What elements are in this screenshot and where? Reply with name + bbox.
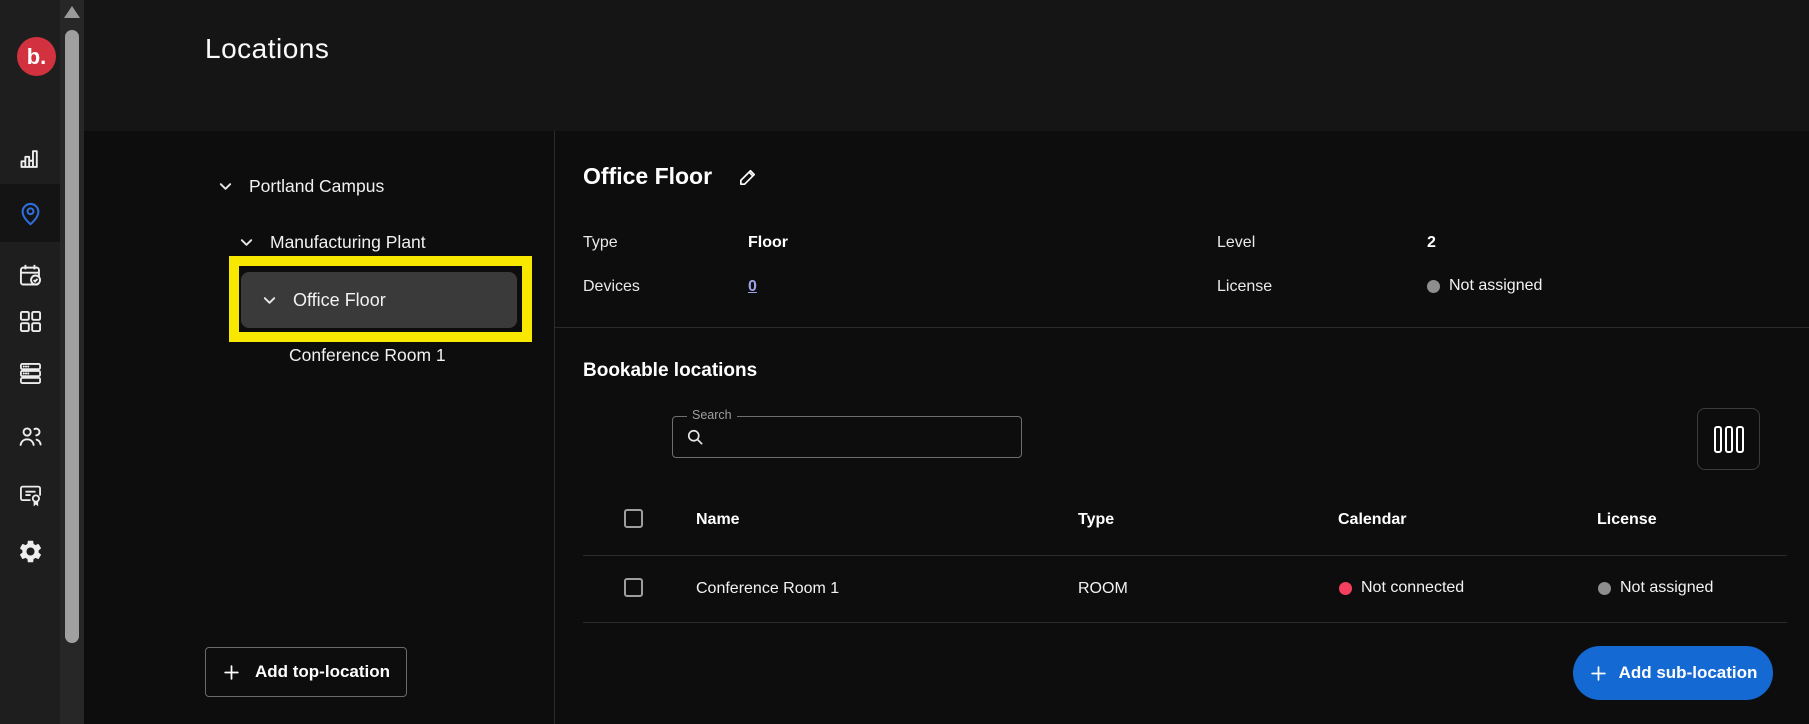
tree-item-portland-campus[interactable]: Portland Campus bbox=[218, 176, 384, 197]
grid-icon bbox=[19, 310, 41, 332]
plus-icon bbox=[1590, 665, 1606, 681]
page-header: Locations bbox=[84, 0, 1809, 131]
chevron-down-icon bbox=[240, 239, 253, 246]
devices-count-link[interactable]: 0 bbox=[748, 278, 757, 296]
column-settings-button[interactable] bbox=[1697, 408, 1760, 470]
status-dot-gray bbox=[1598, 581, 1611, 595]
bookable-locations-heading: Bookable locations bbox=[583, 360, 758, 381]
chevron-down-icon bbox=[219, 183, 232, 190]
server-stack-icon bbox=[19, 362, 41, 384]
field-label-type: Type bbox=[583, 234, 618, 251]
sidebar-item-licenses[interactable] bbox=[0, 470, 60, 518]
location-title: Office Floor bbox=[583, 163, 713, 189]
cell-license-status: Not assigned bbox=[1598, 579, 1713, 597]
brand-logo-text: b. bbox=[26, 43, 47, 69]
table-divider bbox=[583, 622, 1787, 623]
brand-logo[interactable]: b. bbox=[17, 37, 56, 76]
add-top-location-label: Add top-location bbox=[254, 662, 391, 681]
bar-chart-icon bbox=[20, 149, 38, 168]
sidebar-item-apps[interactable] bbox=[0, 297, 60, 345]
sidebar-item-bookings[interactable] bbox=[0, 251, 60, 299]
license-status-text: Not assigned bbox=[1620, 579, 1714, 596]
search-input[interactable] bbox=[713, 428, 1021, 446]
scrollbar-thumb[interactable] bbox=[65, 30, 79, 643]
tree-item-conference-room-1[interactable]: Conference Room 1 bbox=[289, 345, 446, 366]
tree-item-label: Manufacturing Plant bbox=[270, 232, 426, 252]
calendar-status-text: Not connected bbox=[1361, 579, 1465, 596]
edit-location-button[interactable] bbox=[737, 166, 761, 190]
license-status: Not assigned bbox=[1427, 277, 1542, 295]
add-top-location-button[interactable]: Add top-location bbox=[205, 647, 407, 697]
field-value-type: Floor bbox=[748, 234, 788, 251]
status-dot-red bbox=[1339, 581, 1352, 595]
add-sub-location-button[interactable]: Add sub-location bbox=[1573, 646, 1773, 700]
column-header-license: License bbox=[1597, 511, 1657, 528]
column-header-type: Type bbox=[1078, 511, 1115, 528]
sidebar-item-devices[interactable] bbox=[0, 349, 60, 397]
scrollbar-up-arrow-icon[interactable] bbox=[64, 6, 80, 18]
select-all-checkbox[interactable] bbox=[624, 509, 643, 528]
cell-calendar-status: Not connected bbox=[1339, 579, 1464, 597]
column-header-calendar: Calendar bbox=[1338, 511, 1407, 528]
section-divider bbox=[555, 327, 1809, 328]
table-row[interactable]: Conference Room 1 ROOM Not connected Not… bbox=[583, 556, 1787, 622]
add-sub-location-label: Add sub-location bbox=[1618, 663, 1758, 682]
field-label-level: Level bbox=[1217, 234, 1256, 251]
location-pin-icon bbox=[21, 202, 39, 225]
search-icon bbox=[687, 429, 703, 445]
license-status-text: Not assigned bbox=[1449, 277, 1543, 294]
tree-item-label: Conference Room 1 bbox=[289, 345, 446, 365]
sidebar: b. bbox=[0, 0, 60, 724]
sidebar-item-settings[interactable] bbox=[0, 527, 60, 575]
gear-icon bbox=[19, 540, 41, 562]
license-doc-icon bbox=[19, 485, 41, 506]
columns-icon bbox=[1713, 425, 1722, 453]
column-header-name: Name bbox=[696, 511, 740, 528]
people-icon bbox=[19, 426, 42, 446]
tree-item-label: Portland Campus bbox=[249, 176, 385, 196]
cell-type: ROOM bbox=[1078, 580, 1128, 597]
page-scrollbar[interactable] bbox=[60, 0, 84, 724]
panel-divider bbox=[554, 131, 555, 724]
tree-item-manufacturing-plant[interactable]: Manufacturing Plant bbox=[239, 232, 426, 253]
search-field[interactable]: Search bbox=[672, 408, 1022, 458]
plus-icon bbox=[224, 664, 239, 680]
annotation-highlight-box bbox=[229, 256, 532, 342]
sidebar-item-users[interactable] bbox=[0, 412, 60, 460]
status-dot-gray bbox=[1427, 279, 1440, 293]
pencil-icon bbox=[740, 169, 756, 185]
field-label-license: License bbox=[1217, 278, 1273, 295]
field-label-devices: Devices bbox=[583, 278, 640, 295]
sidebar-item-locations[interactable] bbox=[0, 184, 60, 242]
app-window: b. Locations Portland Campus Manufacturi… bbox=[0, 0, 1809, 724]
sidebar-item-analytics[interactable] bbox=[0, 134, 60, 182]
cell-name: Conference Room 1 bbox=[696, 580, 840, 597]
calendar-check-icon bbox=[19, 264, 41, 285]
field-value-level: 2 bbox=[1427, 234, 1436, 251]
row-checkbox[interactable] bbox=[624, 578, 643, 597]
page-title: Locations bbox=[205, 33, 330, 64]
search-field-label: Search bbox=[687, 408, 737, 422]
